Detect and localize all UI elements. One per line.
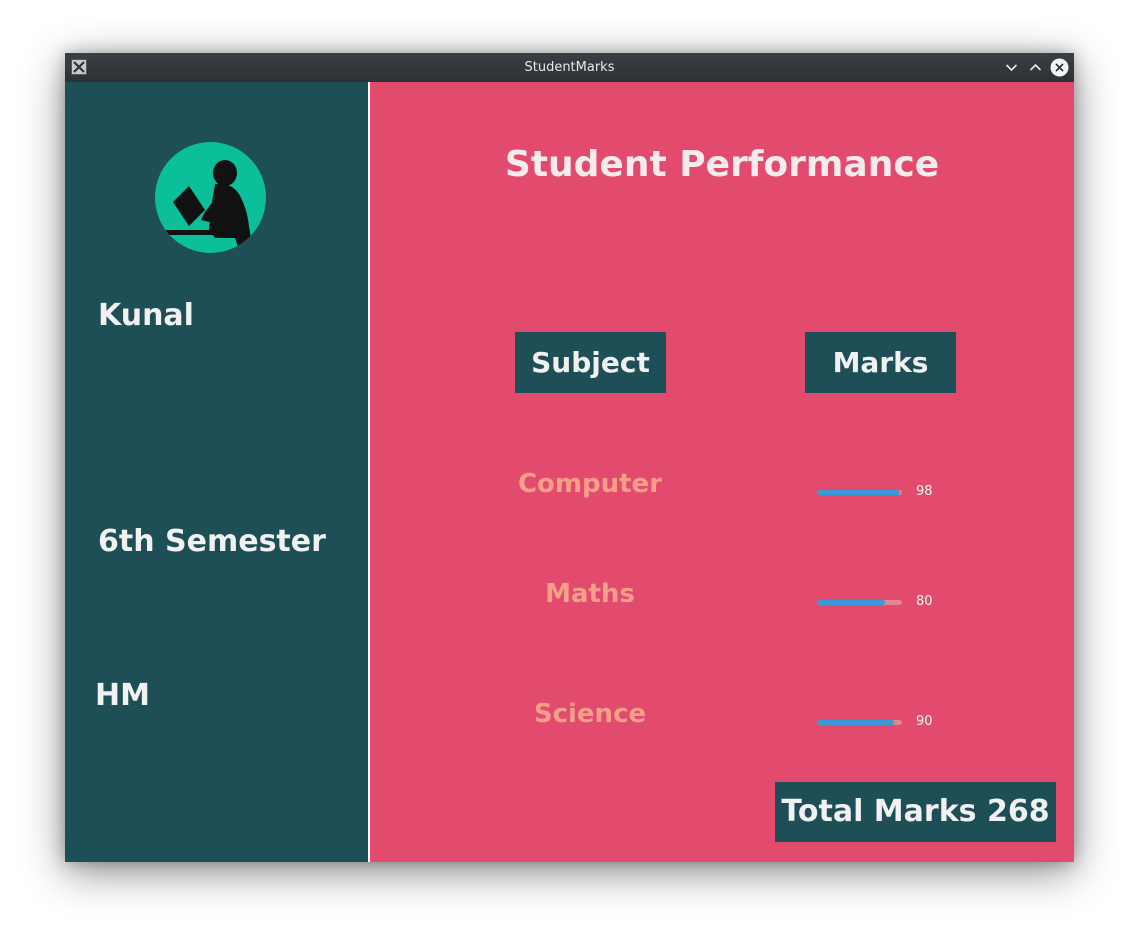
title-bar[interactable]: StudentMarks [65,53,1074,82]
marks-header: Marks [805,332,956,393]
marks-bar-computer [817,490,902,495]
marks-value-science: 90 [916,714,933,729]
student-reading-icon [165,160,252,250]
chevron-up-icon [1029,63,1042,71]
page-title: Student Performance [504,144,940,185]
subject-header: Subject [515,332,666,393]
subject-label-computer: Computer [517,469,663,499]
subject-label-maths: Maths [545,579,635,609]
marks-bar-fill [817,600,885,605]
performance-panel: Student Performance Subject Marks Comput… [370,82,1074,862]
student-branch: HM [95,678,150,713]
maximize-button[interactable] [1026,58,1045,77]
marks-bar-maths [817,600,902,605]
subject-label-science: Science [533,699,647,729]
marks-value-computer: 98 [916,484,933,499]
window-content: Kunal 6th Semester HM Student Performanc… [65,82,1074,862]
marks-bar-fill [817,490,901,495]
chevron-down-icon [1005,64,1018,72]
marks-bar-science [817,720,902,725]
student-semester: 6th Semester [98,524,326,559]
minimize-button[interactable] [1002,58,1021,77]
close-button[interactable] [1050,58,1069,77]
window-title: StudentMarks [524,60,615,75]
avatar [155,142,266,253]
total-marks: Total Marks 268 [775,782,1056,842]
marks-value-maths: 80 [916,594,933,609]
marks-bar-fill [817,720,894,725]
student-sidebar: Kunal 6th Semester HM [65,82,368,862]
app-window: StudentMarks Kunal 6th Semester HM Stude… [65,53,1074,862]
close-icon [1050,58,1069,77]
student-name: Kunal [98,298,194,333]
